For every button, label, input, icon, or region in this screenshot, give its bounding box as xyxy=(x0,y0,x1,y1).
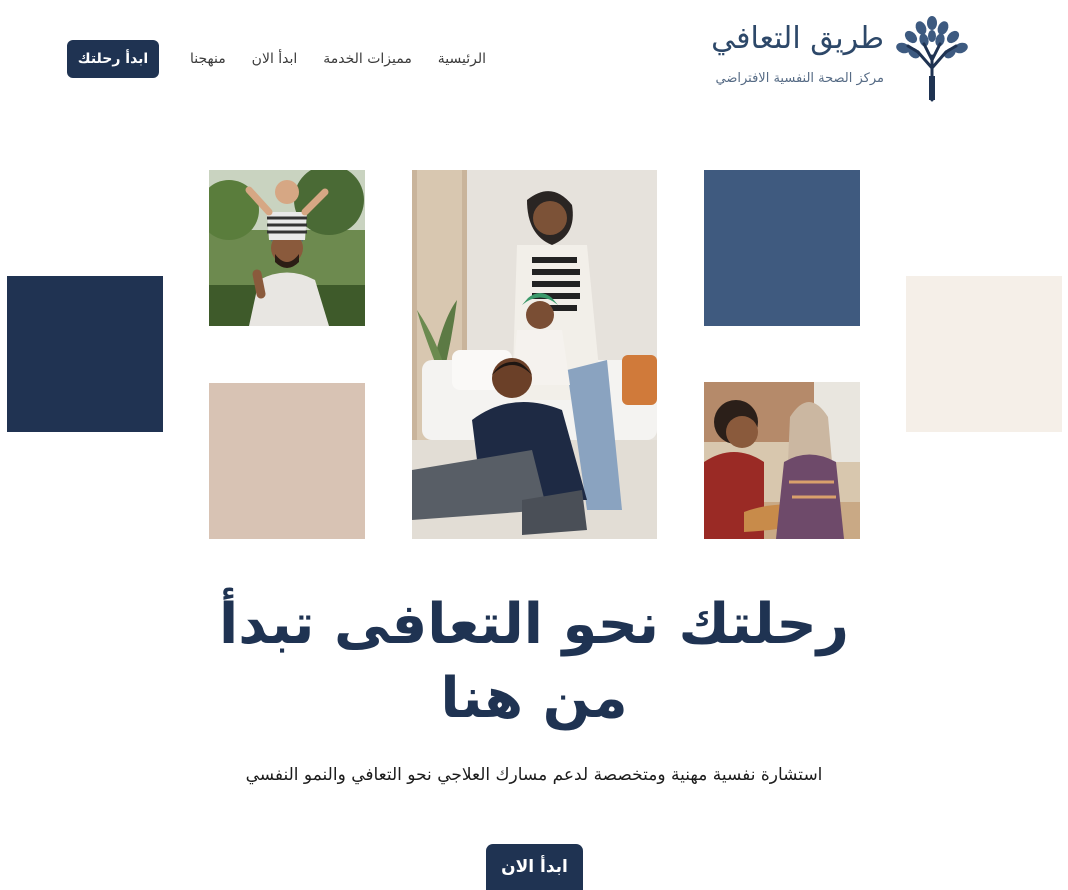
start-now-button[interactable]: ابدأ الان xyxy=(486,844,583,890)
photo-family-living-room xyxy=(412,170,657,539)
decor-square-navy xyxy=(7,276,163,432)
brand-subtitle: مركز الصحة النفسية الافتراضي xyxy=(715,71,885,86)
decor-square-cream xyxy=(906,276,1062,432)
nav-item-approach[interactable]: منهجنا xyxy=(190,51,226,67)
decor-square-beige xyxy=(209,383,365,539)
hero-headline: رحلتك نحو التعافى تبدأ من هنا xyxy=(219,592,849,731)
photo-father-child xyxy=(209,170,365,326)
main-nav: الرئيسية مميزات الخدمة ابدأ الان منهجنا xyxy=(190,48,486,70)
hero-subtext: استشارة نفسية مهنية ومتخصصة لدعم مسارك ا… xyxy=(245,765,823,785)
tree-icon xyxy=(894,16,970,102)
nav-item-home[interactable]: الرئيسية xyxy=(438,51,486,67)
photo-couple-guitar xyxy=(704,382,860,539)
nav-item-start-now[interactable]: ابدأ الان xyxy=(252,51,298,67)
nav-item-features[interactable]: مميزات الخدمة xyxy=(323,51,412,67)
decor-square-blue xyxy=(704,170,860,326)
brand-logo[interactable]: طريق التعافي مركز الصحة النفسية الافتراض… xyxy=(708,16,970,102)
brand-title: طريق التعافي xyxy=(711,21,884,56)
start-journey-button[interactable]: ابدأ رحلتك xyxy=(67,40,159,78)
